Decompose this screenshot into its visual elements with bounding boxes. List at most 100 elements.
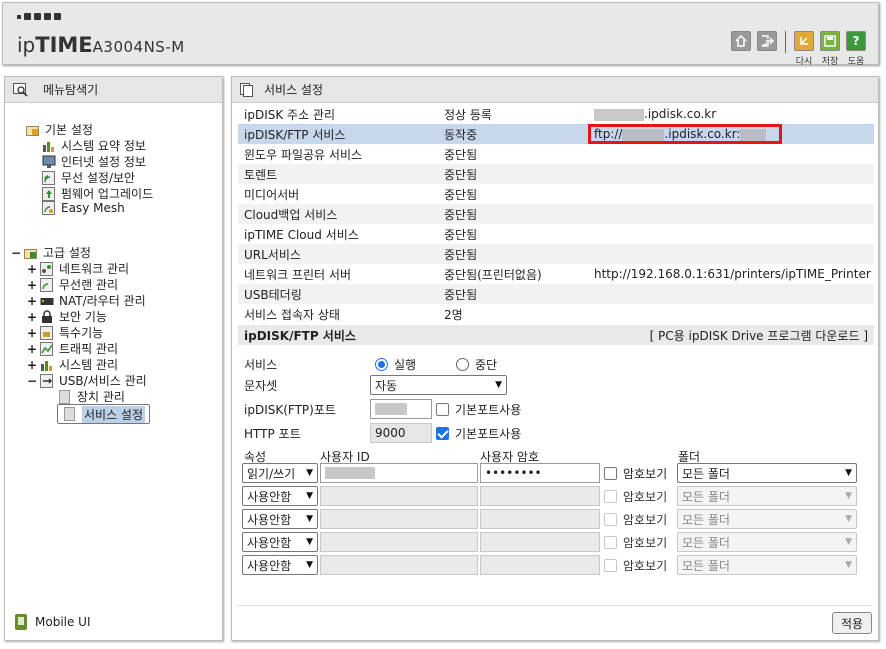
download-drive-link[interactable]: [ PC용 ipDISK Drive 프로그램 다운로드 ] <box>650 327 868 344</box>
user-attr-select[interactable]: 사용안함 ▼ <box>242 486 318 506</box>
chevron-down-icon: ▼ <box>845 560 852 570</box>
show-password-checkbox[interactable]: 암호보기 <box>604 488 667 505</box>
expand-toggle[interactable]: + <box>27 262 37 276</box>
tree-advanced-settings[interactable]: − 고급 설정 <box>11 244 91 261</box>
wireless-icon <box>41 170 57 185</box>
user-attr-select[interactable]: 읽기/쓰기 ▼ <box>242 463 318 483</box>
top-header: ipTIMEA3004NS-M 다시 저장 ? 도움 <box>2 2 879 67</box>
user-folder-select[interactable]: 모든 폴더 ▼ <box>677 532 857 552</box>
user-folder-select[interactable]: 모든 폴더 ▼ <box>677 509 857 529</box>
ftp-port-input[interactable] <box>370 399 432 419</box>
brand-logo-dots <box>17 13 61 20</box>
service-row-ipdisk-address: ipDISK 주소 관리 정상 등록 .ipdisk.co.kr <box>238 104 874 124</box>
upgrade-icon <box>41 186 57 201</box>
home-button[interactable] <box>731 31 751 51</box>
user-folder-select[interactable]: 모든 폴더 ▼ <box>677 486 857 506</box>
ftp-section-header: ipDISK/FTP 서비스 [ PC용 ipDISK Drive 프로그램 다… <box>238 325 874 345</box>
collapse-toggle[interactable]: − <box>27 374 37 388</box>
tree-nat-router[interactable]: + NAT/라우터 관리 <box>27 292 146 309</box>
radio-unselected[interactable] <box>456 358 469 371</box>
router-icon <box>39 294 55 308</box>
chevron-down-icon: ▼ <box>845 468 852 478</box>
lock-icon <box>39 309 55 324</box>
tree-system-management[interactable]: + 시스템 관리 <box>27 356 118 373</box>
ftp-default-port-checkbox[interactable]: 기본포트사용 <box>436 401 521 418</box>
help-button[interactable]: ? 도움 <box>846 31 866 67</box>
user-id-input[interactable] <box>320 555 478 575</box>
service-row-network-printer: 네트워크 프린터 서버 중단됨(프린터없음) http://192.168.0.1:… <box>238 264 874 284</box>
http-default-port-checkbox[interactable]: 기본포트사용 <box>436 425 521 442</box>
tree-wireless-management[interactable]: + 무선랜 관리 <box>27 276 118 293</box>
user-attr-select[interactable]: 사용안함 ▼ <box>242 555 318 575</box>
service-settings-panel: 서비스 설정 ipDISK 주소 관리 정상 등록 .ipdisk.co.kr i… <box>231 76 879 641</box>
user-password-input[interactable] <box>480 555 600 575</box>
monitor-icon <box>41 155 57 169</box>
show-password-checkbox[interactable]: 암호보기 <box>604 557 667 574</box>
service-run-radio[interactable]: 실행 <box>375 356 416 373</box>
refresh-button[interactable]: 다시 <box>794 31 814 67</box>
service-row-connected-users: 서비스 접속자 상태 2명 <box>238 304 874 324</box>
service-label: 서비스 <box>244 358 278 372</box>
tree-device-management[interactable]: 장치 관리 <box>57 388 125 405</box>
tree-security[interactable]: + 보안 기능 <box>27 308 107 325</box>
user-password-input[interactable] <box>480 509 600 529</box>
show-password-checkbox[interactable]: 암호보기 <box>604 465 667 482</box>
chevron-down-icon: ▼ <box>845 491 852 501</box>
tree-firmware-upgrade[interactable]: 펌웨어 업그레이드 <box>41 185 153 202</box>
expand-toggle[interactable]: + <box>27 358 37 372</box>
tree-special-functions[interactable]: + 특수기능 <box>27 324 103 341</box>
user-password-input[interactable] <box>480 486 600 506</box>
user-folder-select[interactable]: 모든 폴더 ▼ <box>677 555 857 575</box>
page-icon <box>57 389 73 404</box>
user-id-input[interactable] <box>320 463 478 483</box>
tree-usb-service-management[interactable]: − USB/서비스 관리 <box>27 372 147 389</box>
user-password-input[interactable] <box>480 532 600 552</box>
tree-network-management[interactable]: + 네트워크 관리 <box>27 260 129 277</box>
expand-toggle[interactable]: + <box>27 294 37 308</box>
home-icon <box>731 31 751 51</box>
service-row-media-server: 미디어서버 중단됨 <box>238 184 874 204</box>
tree-service-settings[interactable]: 서비스 설정 <box>57 404 151 424</box>
tree-wireless-security[interactable]: 무선 설정/보안 <box>41 169 135 186</box>
expand-toggle[interactable]: + <box>27 310 37 324</box>
tree-traffic-management[interactable]: + 트래픽 관리 <box>27 340 118 357</box>
page-settings-icon <box>240 82 256 97</box>
save-button[interactable]: 저장 <box>820 31 840 67</box>
logout-button[interactable] <box>757 31 777 51</box>
user-id-input[interactable] <box>320 509 478 529</box>
refresh-icon <box>794 31 814 51</box>
http-port-label: HTTP 포트 <box>244 427 301 441</box>
mobile-icon <box>15 614 27 630</box>
user-attr-select[interactable]: 사용안함 ▼ <box>242 532 318 552</box>
user-attr-select[interactable]: 사용안함 ▼ <box>242 509 318 529</box>
expand-toggle[interactable]: + <box>27 342 37 356</box>
user-folder-select[interactable]: 모든 폴더 ▼ <box>677 463 857 483</box>
service-stop-radio[interactable]: 중단 <box>456 356 497 373</box>
tree-internet-settings[interactable]: 인터넷 설정 정보 <box>41 153 146 170</box>
show-password-checkbox[interactable]: 암호보기 <box>604 511 667 528</box>
chart-icon <box>41 139 57 153</box>
expand-toggle[interactable]: + <box>27 278 37 292</box>
collapse-toggle[interactable]: − <box>11 246 21 260</box>
tree-easy-mesh[interactable]: Easy Mesh <box>41 201 125 215</box>
apply-button[interactable]: 적용 <box>832 612 872 634</box>
show-password-checkbox[interactable]: 암호보기 <box>604 534 667 551</box>
service-row-url: URL서비스 중단됨 <box>238 244 874 264</box>
expand-toggle[interactable]: + <box>27 326 37 340</box>
search-menu-icon <box>13 82 29 97</box>
service-row-iptime-cloud: ipTIME Cloud 서비스 중단됨 <box>238 224 874 244</box>
http-port-input[interactable]: 9000 <box>370 423 432 443</box>
tree-system-summary[interactable]: 시스템 요약 정보 <box>41 137 146 154</box>
page-icon <box>62 407 78 421</box>
charset-select[interactable]: 자동 ▼ <box>370 375 507 395</box>
tree-basic-settings[interactable]: 기본 설정 <box>25 121 93 138</box>
folder-icon <box>25 123 41 137</box>
footer-divider <box>238 605 872 606</box>
radio-selected[interactable] <box>375 358 388 371</box>
user-id-input[interactable] <box>320 486 478 506</box>
user-id-input[interactable] <box>320 532 478 552</box>
chevron-down-icon: ▼ <box>306 560 313 570</box>
user-password-input[interactable]: •••••••• <box>480 463 600 483</box>
mobile-ui-link[interactable]: Mobile UI <box>15 614 91 630</box>
mesh-icon <box>41 201 57 215</box>
